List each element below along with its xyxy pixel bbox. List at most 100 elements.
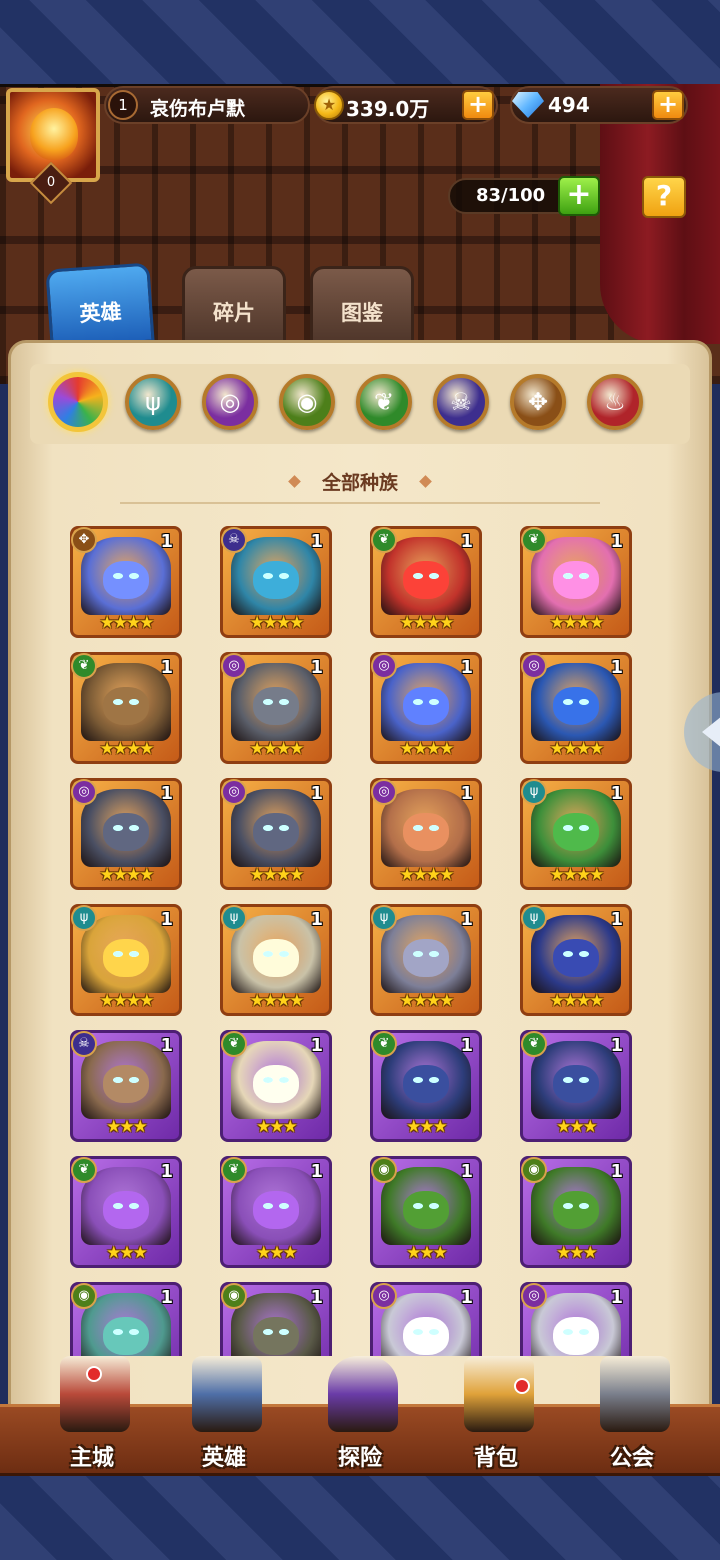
race-undead-icon: ☠ [221, 527, 247, 553]
faction-filter-nature-eye[interactable]: ◉ [279, 374, 335, 430]
hero-grid: ✥ 1 ★★★★ ☠ 1 ★★★★ ❦ 1 ★★★★ ❦ 1 ★★★★ ❦ 1 ★★★★ ◎ 1 ★★★★ ◎ 1 ★★… [70, 526, 640, 1356]
hero-face [403, 687, 449, 725]
hero-eye [279, 1077, 289, 1083]
race-forest-icon: ❦ [521, 527, 547, 553]
hero-stars: ★★★ [256, 1243, 298, 1263]
hero-card[interactable]: ψ 1 ★★★★ [520, 778, 632, 890]
hero-level: 1 [610, 909, 623, 930]
nav-backpack[interactable]: 背包 [436, 1356, 556, 1476]
hero-level: 1 [160, 531, 173, 552]
hero-portrait [381, 537, 471, 615]
player-name: 哀伤布卢默 [150, 98, 246, 120]
hero-card[interactable]: ❦ 1 ★★★ [370, 1030, 482, 1142]
hero-stars: ★★★★ [399, 739, 455, 759]
hero-stars: ★★★ [556, 1117, 598, 1137]
race-arcane-icon: ◎ [521, 653, 547, 679]
hero-face [103, 813, 149, 851]
hero-face [403, 1317, 449, 1355]
tab-heroes[interactable]: 英雄 [45, 262, 155, 350]
hero-eye [413, 951, 423, 957]
hero-card[interactable]: ψ 1 ★★★★ [370, 904, 482, 1016]
hero-card[interactable]: ❦ 1 ★★★ [520, 1030, 632, 1142]
hero-card[interactable]: ψ 1 ★★★★ [520, 904, 632, 1016]
hero-card[interactable]: ☠ 1 ★★★ [70, 1030, 182, 1142]
race-arcane-icon: ◎ [371, 1283, 397, 1309]
hero-level: 1 [160, 657, 173, 678]
hero-card[interactable]: ❦ 1 ★★★★ [370, 526, 482, 638]
hero-eye [563, 573, 573, 579]
hero-eye [413, 699, 423, 705]
hero-eye [429, 1077, 439, 1083]
add-gold-button[interactable]: + [462, 90, 494, 120]
faction-filter-chaos[interactable]: ♨ [587, 374, 643, 430]
faction-filter-forest[interactable]: ❦ [356, 374, 412, 430]
help-button[interactable]: ? [642, 176, 686, 218]
hero-eye [113, 699, 123, 705]
hero-portrait [231, 663, 321, 741]
hero-card[interactable]: ψ 1 ★★★★ [70, 904, 182, 1016]
tab-fragments[interactable]: 碎片 [182, 266, 286, 346]
hero-eye [579, 1329, 589, 1335]
hero-card[interactable]: ❦ 1 ★★★★ [70, 652, 182, 764]
race-water-icon: ψ [371, 905, 397, 931]
hero-level: 1 [460, 909, 473, 930]
hero-eye [263, 951, 273, 957]
hero-eye [563, 825, 573, 831]
hero-eye [129, 1329, 139, 1335]
hero-level: 1 [160, 1161, 173, 1182]
hero-card[interactable]: ◎ 1 ★★★★ [520, 652, 632, 764]
hero-eye [263, 1203, 273, 1209]
hero-portrait [381, 1041, 471, 1119]
hero-card[interactable]: ◎ 1 ★★★★ [220, 778, 332, 890]
hero-level: 1 [160, 909, 173, 930]
hero-card[interactable]: ◎ 1 [520, 1282, 632, 1356]
faction-filter-undead[interactable]: ☠ [433, 374, 489, 430]
tab-codex[interactable]: 图鉴 [310, 266, 414, 346]
hero-eye [263, 1077, 273, 1083]
hero-stars: ★★★★ [249, 991, 305, 1011]
hero-card[interactable]: ◎ 1 ★★★★ [370, 652, 482, 764]
hero-level: 1 [460, 783, 473, 804]
faction-filter-all[interactable] [48, 372, 108, 432]
nav-hero[interactable]: 英雄 [164, 1356, 284, 1476]
hero-card[interactable]: ☠ 1 ★★★★ [220, 526, 332, 638]
hero-level: 1 [610, 1287, 623, 1308]
faction-filter-water[interactable]: ψ [125, 374, 181, 430]
hero-face [253, 939, 299, 977]
hero-card[interactable]: ❦ 1 ★★★ [220, 1030, 332, 1142]
faction-filter-light[interactable]: ✥ [510, 374, 566, 430]
hero-level: 1 [310, 657, 323, 678]
hero-card[interactable]: ❦ 1 ★★★ [70, 1156, 182, 1268]
hero-card[interactable]: ◎ 1 ★★★★ [220, 652, 332, 764]
faction-filter-arcane[interactable]: ◎ [202, 374, 258, 430]
hero-card[interactable]: ◎ 1 [370, 1282, 482, 1356]
hero-stars: ★★★★ [399, 991, 455, 1011]
hero-card[interactable]: ψ 1 ★★★★ [220, 904, 332, 1016]
hero-card[interactable]: ✥ 1 ★★★★ [70, 526, 182, 638]
hero-card[interactable]: ◎ 1 ★★★★ [70, 778, 182, 890]
diamond-ornament-icon [419, 475, 432, 488]
hero-card[interactable]: ◉ 1 ★★★ [370, 1156, 482, 1268]
hero-level: 1 [310, 531, 323, 552]
hero-eye [263, 573, 273, 579]
hero-card[interactable]: ◉ 1 [70, 1282, 182, 1356]
hero-level: 1 [160, 783, 173, 804]
add-gems-button[interactable]: + [652, 90, 684, 120]
hero-level: 1 [610, 1161, 623, 1182]
hero-face [103, 561, 149, 599]
gem-icon [512, 92, 544, 118]
hero-card[interactable]: ◎ 1 ★★★★ [370, 778, 482, 890]
hero-card[interactable]: ◉ 1 ★★★ [520, 1156, 632, 1268]
hero-card[interactable]: ❦ 1 ★★★★ [520, 526, 632, 638]
nav-guild-tower[interactable]: 公会 [572, 1356, 692, 1476]
hero-portrait [231, 1041, 321, 1119]
expand-capacity-button[interactable]: + [558, 176, 600, 216]
nav-label: 英雄 [201, 1446, 246, 1471]
hero-portrait [531, 1041, 621, 1119]
hero-level: 1 [460, 1035, 473, 1056]
gold-coin-icon: ★ [314, 90, 344, 120]
hero-card[interactable]: ❦ 1 ★★★ [220, 1156, 332, 1268]
hero-card[interactable]: ◉ 1 [220, 1282, 332, 1356]
nav-portal[interactable]: 探险 [300, 1356, 420, 1476]
hero-stars: ★★★ [556, 1243, 598, 1263]
